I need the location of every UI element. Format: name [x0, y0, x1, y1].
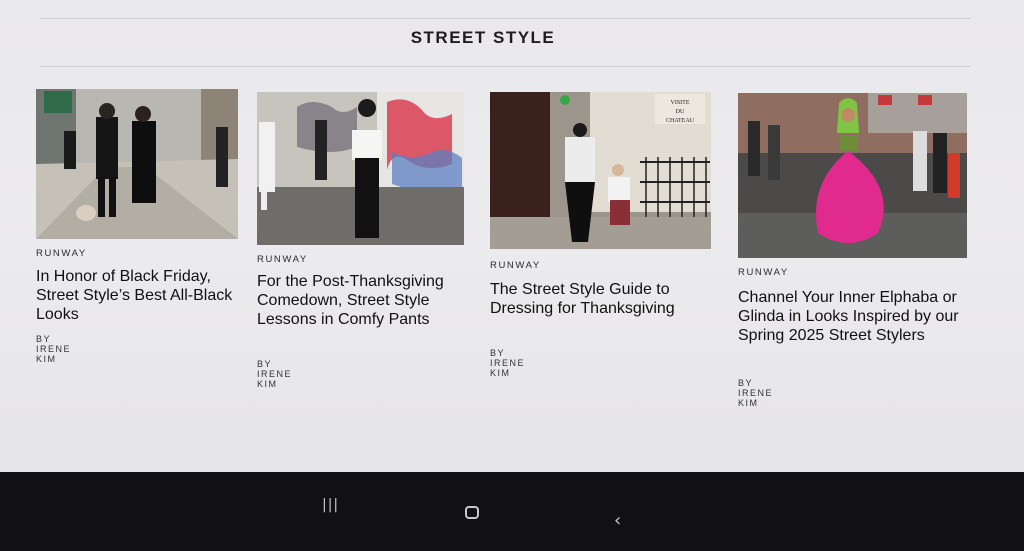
article-headline-1[interactable]: In Honor of Black Friday, Street Style’s… [36, 267, 236, 324]
article-byline-1[interactable]: BY IRENE KIM [36, 334, 71, 364]
article-category-1[interactable]: RUNWAY [36, 248, 87, 259]
article-image-3[interactable]: VISITE DU CHATEAU [490, 92, 711, 249]
article-image-2[interactable] [257, 92, 464, 245]
section-title: STREET STYLE [410, 28, 556, 47]
recents-icon[interactable]: ||| [322, 497, 339, 513]
home-icon[interactable] [465, 506, 479, 519]
article-category-2[interactable]: RUNWAY [257, 254, 308, 265]
back-icon[interactable]: ‹ [614, 510, 621, 531]
article-byline-3[interactable]: BY IRENE KIM [490, 348, 525, 378]
android-navigation-bar: ||| ‹ [0, 472, 1024, 551]
article-headline-3[interactable]: The Street Style Guide to Dressing for T… [490, 280, 715, 318]
article-category-3[interactable]: RUNWAY [490, 260, 541, 271]
article-image-1[interactable] [36, 89, 238, 239]
article-byline-4[interactable]: BY IRENE KIM [738, 378, 773, 408]
article-headline-4[interactable]: Channel Your Inner Elphaba or Glinda in … [738, 288, 973, 345]
article-byline-2[interactable]: BY IRENE KIM [257, 359, 292, 389]
article-headline-2[interactable]: For the Post-Thanksgiving Comedown, Stre… [257, 272, 462, 329]
sign-line-1: VISITE [671, 100, 690, 106]
sign-line-3: CHATEAU [666, 118, 695, 124]
browser-screen: STREET STYLE RUNWAY In Honor of Black Fr… [0, 0, 1024, 472]
top-divider [40, 18, 970, 19]
title-divider [40, 66, 970, 67]
sign-line-2: DU [676, 109, 685, 115]
article-category-4[interactable]: RUNWAY [738, 267, 789, 278]
article-image-4[interactable] [738, 93, 967, 258]
